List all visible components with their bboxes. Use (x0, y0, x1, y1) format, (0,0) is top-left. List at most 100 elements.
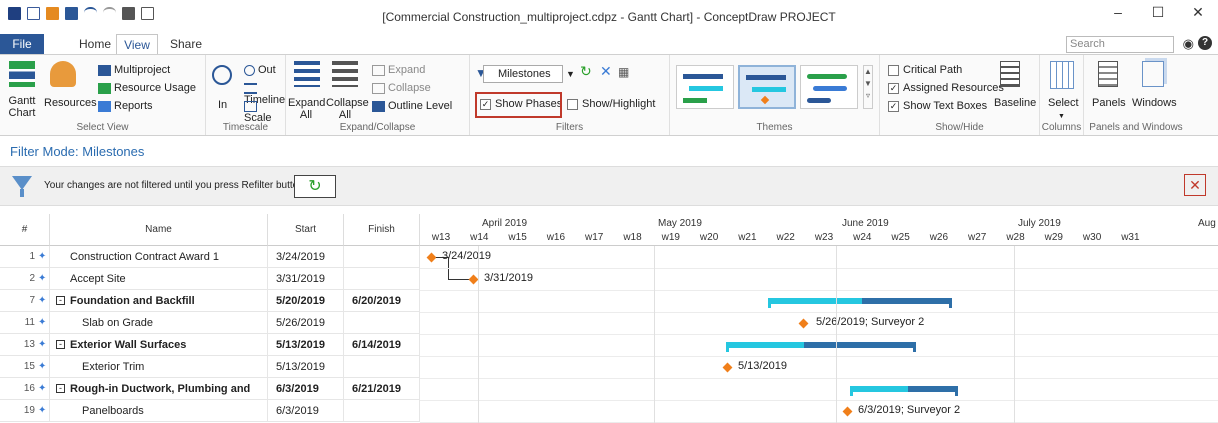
tab-share[interactable]: Share (164, 34, 208, 54)
expand-button[interactable]: Expand (372, 64, 425, 76)
task-name[interactable]: Accept Site (50, 268, 268, 290)
expand-all-button[interactable]: Expand All (288, 97, 325, 121)
task-start[interactable]: 5/20/2019 (268, 290, 344, 312)
milestone-diamond[interactable] (842, 406, 853, 417)
table-row[interactable]: 19 ✦ Panelboards 6/3/2019 (0, 400, 420, 422)
table-row[interactable]: 2 ✦ Accept Site 3/31/2019 (0, 268, 420, 290)
table-row[interactable]: 15 ✦ Exterior Trim 5/13/2019 (0, 356, 420, 378)
zoom-out-button[interactable]: Out (244, 64, 276, 76)
scale-button[interactable]: Scale (244, 100, 285, 124)
maximize-button[interactable]: ☐ (1138, 4, 1178, 21)
collapse-all-button[interactable]: Collapse All (326, 97, 369, 121)
tab-view[interactable]: View (116, 34, 158, 54)
phase-bar-progress[interactable] (850, 386, 908, 392)
filter-select[interactable]: Milestones (483, 65, 563, 83)
reports-button[interactable]: Reports (98, 100, 153, 112)
resource-usage-button[interactable]: Resource Usage (98, 82, 196, 94)
milestone-diamond[interactable] (468, 274, 479, 285)
task-finish[interactable] (344, 356, 420, 378)
task-start[interactable]: 5/13/2019 (268, 334, 344, 356)
refilter-icon[interactable]: ↻ (580, 64, 592, 78)
phase-bar-progress[interactable] (726, 342, 804, 348)
show-highlight-checkbox[interactable]: Show/Highlight (567, 98, 655, 110)
phase-bar-remaining[interactable] (908, 386, 958, 392)
week-label: w26 (929, 232, 949, 243)
show-text-boxes-checkbox[interactable]: ✓ Show Text Boxes (888, 100, 987, 112)
task-finish[interactable] (344, 312, 420, 334)
task-start[interactable]: 5/13/2019 (268, 356, 344, 378)
assigned-resources-checkbox[interactable]: ✓ Assigned Resources (888, 82, 1004, 94)
table-row[interactable]: 13 ✦ - Exterior Wall Surfaces 5/13/2019 6/14/… (0, 334, 420, 356)
collapse-button[interactable]: Collapse (372, 82, 431, 94)
collapse-box-icon[interactable]: - (56, 340, 65, 349)
task-start[interactable]: 5/26/2019 (268, 312, 344, 334)
close-button[interactable]: ✕ (1178, 4, 1218, 21)
task-name[interactable]: Construction Contract Award 1 (50, 246, 268, 268)
multiproject-button[interactable]: Multiproject (98, 64, 170, 76)
minimize-button[interactable]: – (1098, 4, 1138, 21)
scale-icon (244, 100, 257, 112)
task-name[interactable]: - Rough-in Ductwork, Plumbing and (50, 378, 268, 400)
task-start[interactable]: 3/31/2019 (268, 268, 344, 290)
task-name-label: Foundation and Backfill (70, 295, 195, 307)
refilter-button[interactable]: ↻ (294, 175, 336, 198)
table-row[interactable]: 1 ✦ Construction Contract Award 1 3/24/2019 (0, 246, 420, 268)
task-finish[interactable] (344, 268, 420, 290)
resources-button[interactable]: Resources (44, 97, 97, 109)
chevron-down-icon[interactable]: ▼ (566, 68, 575, 80)
milestone-diamond[interactable] (798, 318, 809, 329)
task-finish[interactable]: 6/21/2019 (344, 378, 420, 400)
task-finish[interactable] (344, 246, 420, 268)
help-icon[interactable]: ? (1198, 36, 1212, 50)
task-name[interactable]: Panelboards (50, 400, 268, 422)
funnel-icon (12, 176, 32, 190)
task-finish[interactable]: 6/14/2019 (344, 334, 420, 356)
task-name[interactable]: - Exterior Wall Surfaces (50, 334, 268, 356)
task-start[interactable]: 3/24/2019 (268, 246, 344, 268)
windows-button[interactable]: Windows (1132, 97, 1177, 109)
theme-3[interactable] (800, 65, 858, 109)
search-input[interactable]: Search (1066, 36, 1174, 53)
header-start[interactable]: Start (268, 214, 344, 246)
header-name[interactable]: Name (50, 214, 268, 246)
table-row[interactable]: 16 ✦ - Rough-in Ductwork, Plumbing and 6/3/2… (0, 378, 420, 400)
week-label: w18 (623, 232, 642, 243)
phase-bar-progress[interactable] (768, 298, 862, 304)
task-name[interactable]: - Foundation and Backfill (50, 290, 268, 312)
milestone-diamond[interactable] (722, 362, 733, 373)
header-finish[interactable]: Finish (344, 214, 420, 246)
close-filter-button[interactable]: ✕ (1184, 174, 1206, 196)
funnel-stem-icon (20, 189, 24, 197)
month-label: May 2019 (658, 218, 702, 229)
outline-level-button[interactable]: Outline Level (372, 100, 452, 112)
phase-bar-remaining[interactable] (804, 342, 916, 348)
task-finish[interactable]: 6/20/2019 (344, 290, 420, 312)
tab-file[interactable]: File (0, 34, 44, 54)
milestone-diamond[interactable] (426, 252, 437, 263)
select-columns-button[interactable]: Select (1048, 97, 1079, 109)
task-finish[interactable] (344, 400, 420, 422)
phase-bar-remaining[interactable] (862, 298, 952, 304)
gantt-chart-button[interactable]: Gantt Chart (4, 95, 40, 119)
task-name[interactable]: Exterior Trim (50, 356, 268, 378)
task-start[interactable]: 6/3/2019 (268, 400, 344, 422)
binoculars-icon[interactable]: ◉ (1183, 36, 1194, 52)
baseline-button[interactable]: Baseline (994, 97, 1036, 109)
filter-settings-icon[interactable]: ▦ (618, 66, 629, 78)
zoom-in-button[interactable]: In (218, 99, 227, 111)
week-label: w24 (853, 232, 872, 243)
table-row[interactable]: 11 ✦ Slab on Grade 5/26/2019 (0, 312, 420, 334)
collapse-box-icon[interactable]: - (56, 384, 65, 393)
theme-2[interactable] (738, 65, 796, 109)
multiproject-label: Multiproject (114, 64, 171, 76)
collapse-box-icon[interactable]: - (56, 296, 65, 305)
theme-1[interactable] (676, 65, 734, 109)
panels-button[interactable]: Panels (1092, 97, 1126, 109)
critical-path-checkbox[interactable]: Critical Path (888, 64, 962, 76)
task-name[interactable]: Slab on Grade (50, 312, 268, 334)
table-row[interactable]: 7 ✦ - Foundation and Backfill 5/20/2019 6/20/… (0, 290, 420, 312)
tab-home[interactable]: Home (70, 34, 120, 54)
task-start[interactable]: 6/3/2019 (268, 378, 344, 400)
clear-filter-icon[interactable]: ✕ (600, 64, 612, 78)
themes-scroll-icon[interactable]: ▲ ▼ ▿ (863, 65, 873, 109)
